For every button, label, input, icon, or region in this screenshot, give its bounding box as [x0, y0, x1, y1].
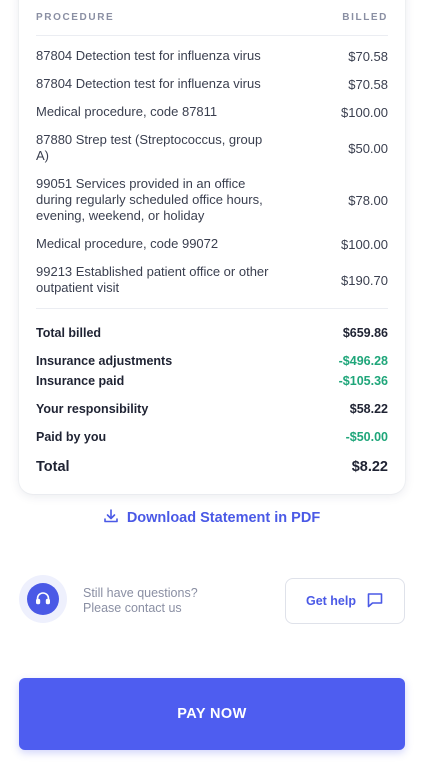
- line-item-description: 87804 Detection test for influenza virus: [36, 76, 261, 91]
- headset-icon: [27, 583, 59, 615]
- billed-header: BILLED: [342, 12, 388, 23]
- line-item: 99213 Established patient office or othe…: [36, 263, 388, 297]
- summary-divider: [36, 308, 388, 309]
- line-item: 99051 Services provided in an office dur…: [36, 175, 388, 225]
- total-value: $8.22: [351, 459, 388, 475]
- line-item-description: 99051 Services provided in an office dur…: [36, 176, 263, 223]
- help-line-1: Still have questions?: [83, 586, 198, 600]
- download-statement-link[interactable]: Download Statement in PDF: [0, 508, 423, 528]
- total-row: Total $8.22: [36, 457, 388, 477]
- procedure-header: PROCEDURE: [36, 12, 115, 23]
- total-label: Total: [36, 459, 70, 475]
- line-item: 87880 Strep test (Streptococcus, group A…: [36, 131, 388, 165]
- get-help-button[interactable]: Get help: [285, 578, 405, 624]
- table-header: PROCEDURE BILLED: [36, 12, 388, 24]
- line-item-description: Medical procedure, code 87811: [36, 104, 218, 119]
- line-item: Medical procedure, code 87811 $100.00: [36, 103, 388, 121]
- paid-by-you-value: -$50.00: [345, 430, 388, 444]
- paid-by-you-row: Paid by you -$50.00: [36, 428, 388, 446]
- line-item-amount: $100.00: [341, 104, 388, 120]
- get-help-label: Get help: [305, 594, 356, 608]
- line-item-description: Medical procedure, code 99072: [36, 236, 219, 251]
- line-item: Medical procedure, code 99072 $100.00: [36, 235, 388, 253]
- your-responsibility-row: Your responsibility $58.22: [36, 400, 388, 418]
- total-billed-label: Total billed: [36, 326, 102, 340]
- line-item-amount: $78.00: [348, 192, 388, 208]
- help-text: Still have questions? Please contact us: [83, 586, 198, 616]
- download-icon: [103, 508, 119, 528]
- insurance-paid-row: Insurance paid -$105.36: [36, 372, 388, 390]
- line-item-amount: $70.58: [348, 48, 388, 64]
- insurance-adjustments-row: Insurance adjustments -$496.28: [36, 352, 388, 370]
- line-item-description: 87880 Strep test (Streptococcus, group A…: [36, 132, 263, 163]
- header-divider: [36, 35, 388, 36]
- support-avatar: [19, 575, 67, 623]
- download-label: Download Statement in PDF: [126, 510, 321, 526]
- line-item-amount: $190.70: [341, 272, 388, 288]
- your-responsibility-value: $58.22: [349, 402, 388, 416]
- line-item-amount: $70.58: [348, 76, 388, 92]
- pay-now-button[interactable]: PAY NOW: [19, 678, 405, 750]
- insurance-paid-value: -$105.36: [338, 374, 388, 388]
- insurance-paid-label: Insurance paid: [36, 374, 125, 388]
- line-item-description: 99213 Established patient office or othe…: [36, 264, 269, 295]
- your-responsibility-label: Your responsibility: [36, 402, 149, 416]
- line-item: 87804 Detection test for influenza virus…: [36, 47, 388, 65]
- insurance-adjustments-value: -$496.28: [338, 354, 388, 368]
- insurance-adjustments-label: Insurance adjustments: [36, 354, 173, 368]
- chat-bubble-icon: [366, 591, 384, 612]
- line-item-amount: $50.00: [348, 140, 388, 156]
- total-billed-row: Total billed $659.86: [36, 324, 388, 342]
- total-billed-value: $659.86: [342, 326, 388, 340]
- help-line-2: Please contact us: [83, 601, 182, 615]
- paid-by-you-label: Paid by you: [36, 430, 107, 444]
- line-item-amount: $100.00: [341, 236, 388, 252]
- line-item-description: 87804 Detection test for influenza virus: [36, 48, 261, 63]
- line-item: 87804 Detection test for influenza virus…: [36, 75, 388, 93]
